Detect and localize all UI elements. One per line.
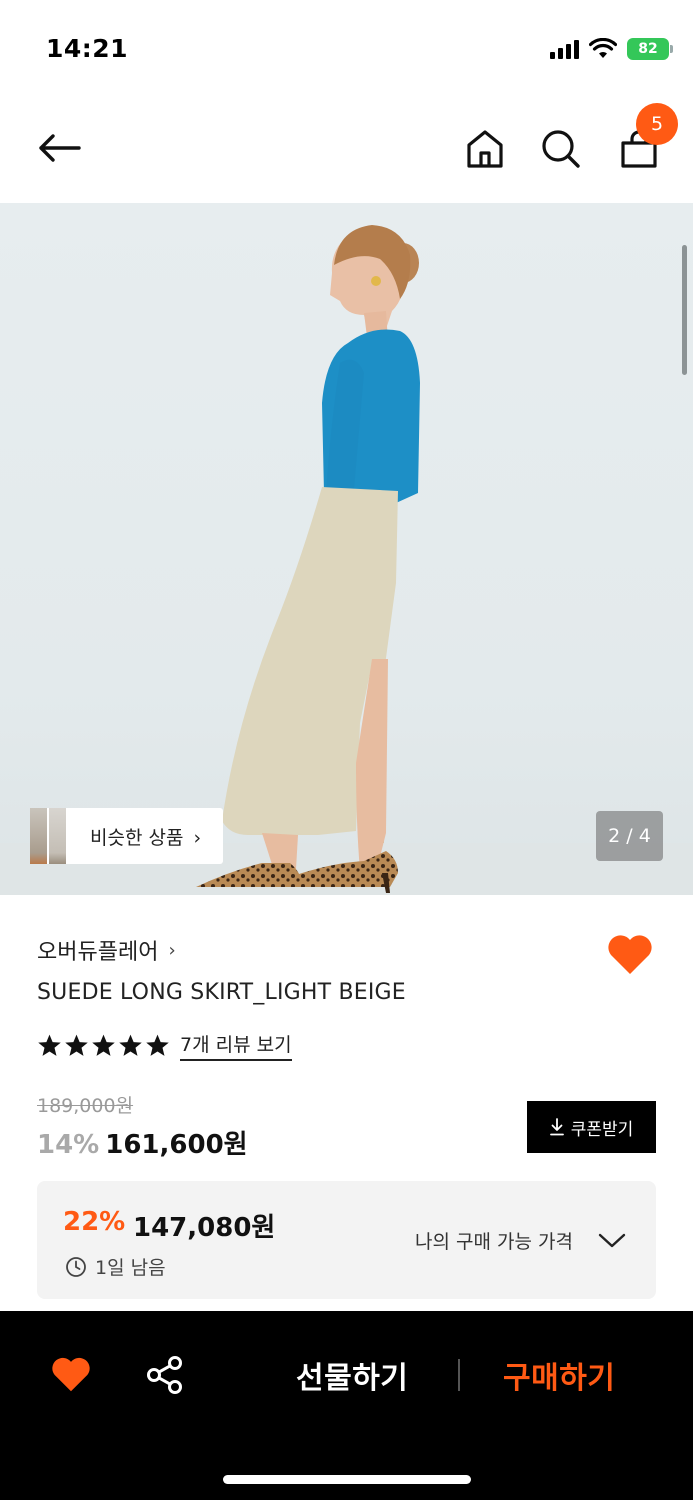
similar-product-thumbnails xyxy=(30,808,68,864)
review-link[interactable]: 7개 리뷰 보기 xyxy=(180,1030,292,1061)
sale-price: 161,600원 xyxy=(105,1130,248,1160)
coupon-label: 쿠폰받기 xyxy=(570,1119,634,1140)
status-bar: 14:21 82 xyxy=(0,0,693,100)
wishlist-button[interactable] xyxy=(606,932,654,976)
cart-count-badge: 5 xyxy=(636,103,678,145)
arrow-left-icon xyxy=(39,134,81,162)
cellular-signal-icon xyxy=(550,39,579,59)
buy-button[interactable]: 구매하기 xyxy=(503,1353,615,1397)
wifi-icon xyxy=(589,38,617,58)
brand-name: 오버듀플레어 xyxy=(37,940,159,965)
original-price: 189,000원 xyxy=(37,1095,134,1117)
my-price-label: 나의 구매 가능 가격 xyxy=(415,1231,573,1253)
product-name: SUEDE LONG SKIRT_LIGHT BEIGE xyxy=(37,980,406,1005)
clock-icon xyxy=(66,1256,86,1277)
similar-products-button[interactable]: 비슷한 상품 › xyxy=(30,808,224,864)
download-icon xyxy=(549,1118,564,1136)
similar-products-label: 비슷한 상품 › xyxy=(90,826,202,849)
battery-level: 82 xyxy=(638,41,658,57)
my-discount-rate: 22% xyxy=(63,1207,126,1237)
home-indicator[interactable] xyxy=(223,1475,471,1484)
bottom-action-bar: 선물하기 구매하기 xyxy=(0,1311,693,1500)
rating-row: 7개 리뷰 보기 xyxy=(37,1030,292,1061)
coupon-download-button[interactable]: 쿠폰받기 xyxy=(527,1101,656,1153)
home-icon xyxy=(467,130,503,168)
status-time: 14:21 xyxy=(46,34,129,63)
status-indicators: 82 xyxy=(550,38,673,60)
star-icon xyxy=(119,1034,142,1056)
discount-rate: 14% xyxy=(37,1130,100,1160)
my-price: 147,080원 xyxy=(133,1213,276,1243)
chevron-right-icon: › xyxy=(193,826,202,849)
battery-icon: 82 xyxy=(627,38,673,60)
gallery-scroll-indicator xyxy=(682,245,687,375)
home-button[interactable] xyxy=(462,126,508,172)
star-icon xyxy=(92,1034,115,1056)
time-left: 1일 남음 xyxy=(65,1253,166,1280)
product-photo xyxy=(0,225,693,895)
gift-button[interactable]: 선물하기 xyxy=(296,1353,408,1397)
brand-link[interactable]: 오버듀플레어 › xyxy=(37,934,176,966)
search-button[interactable] xyxy=(538,126,584,172)
star-icon xyxy=(65,1034,88,1056)
star-icon xyxy=(38,1034,61,1056)
time-left-label: 1일 남음 xyxy=(95,1257,166,1279)
heart-icon xyxy=(608,935,652,974)
back-button[interactable] xyxy=(34,126,84,170)
share-button[interactable] xyxy=(146,1355,184,1395)
bottom-wishlist-button[interactable] xyxy=(50,1355,92,1393)
price-row: 14% 161,600원 xyxy=(37,1124,248,1161)
gallery-page-counter: 2 / 4 xyxy=(596,811,663,861)
heart-icon xyxy=(52,1357,90,1392)
top-nav xyxy=(0,100,693,203)
divider xyxy=(458,1359,460,1391)
product-image-gallery[interactable]: 비슷한 상품 › 2 / 4 xyxy=(0,203,693,895)
chevron-right-icon: › xyxy=(168,939,176,961)
my-price-box[interactable]: 22% 147,080원 1일 남음 나의 구매 가능 가격 xyxy=(37,1181,656,1299)
search-icon xyxy=(542,130,580,168)
rating-stars xyxy=(37,1033,170,1058)
chevron-down-icon xyxy=(598,1233,626,1248)
star-icon xyxy=(146,1034,169,1056)
share-icon xyxy=(147,1356,182,1394)
